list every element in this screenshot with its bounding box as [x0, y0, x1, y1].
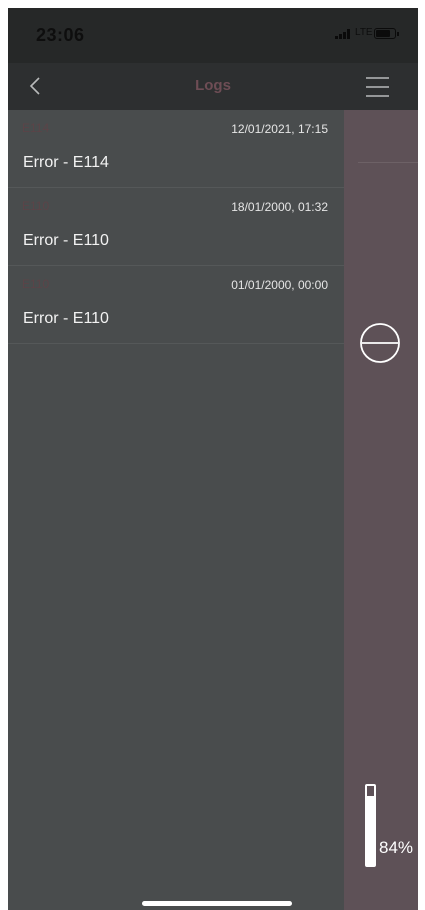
log-date: 01/01/2000, 00:00 — [231, 278, 328, 292]
phone-screen: 23:06 LTE Logs E114 12/01/2021, 17:15 Er… — [8, 8, 418, 910]
battery-gauge-empty — [367, 786, 374, 796]
log-item[interactable]: E110 18/01/2000, 01:32 Error - E110 — [8, 188, 344, 266]
nav-bar: Logs — [8, 63, 418, 110]
log-message: Error - E110 — [23, 232, 109, 249]
signal-icon — [335, 29, 353, 39]
home-indicator[interactable] — [142, 901, 292, 906]
minus-circle-icon — [360, 323, 400, 363]
log-code: E114 — [22, 121, 50, 135]
log-list: E114 12/01/2021, 17:15 Error - E114 E110… — [8, 110, 344, 344]
network-label: LTE — [355, 27, 373, 38]
log-date: 18/01/2000, 01:32 — [231, 200, 328, 214]
log-message: Error - E114 — [23, 154, 109, 171]
log-code: E110 — [22, 199, 50, 213]
log-date: 12/01/2021, 17:15 — [231, 122, 328, 136]
status-bar: 23:06 LTE — [8, 8, 418, 63]
menu-button[interactable] — [365, 75, 391, 99]
log-item[interactable]: E114 12/01/2021, 17:15 Error - E114 — [8, 110, 344, 188]
log-item[interactable]: E110 01/01/2000, 00:00 Error - E110 — [8, 266, 344, 344]
battery-percent: 84% — [379, 838, 414, 857]
battery-icon — [374, 28, 399, 39]
status-time: 23:06 — [36, 25, 85, 45]
side-divider — [358, 162, 418, 163]
side-panel: 84% — [344, 110, 418, 910]
battery-gauge — [365, 784, 376, 867]
log-message: Error - E110 — [23, 310, 109, 327]
menu-icon — [366, 77, 389, 97]
log-code: E110 — [22, 277, 50, 291]
page-title: Logs — [195, 77, 231, 94]
minus-button[interactable] — [358, 321, 402, 365]
